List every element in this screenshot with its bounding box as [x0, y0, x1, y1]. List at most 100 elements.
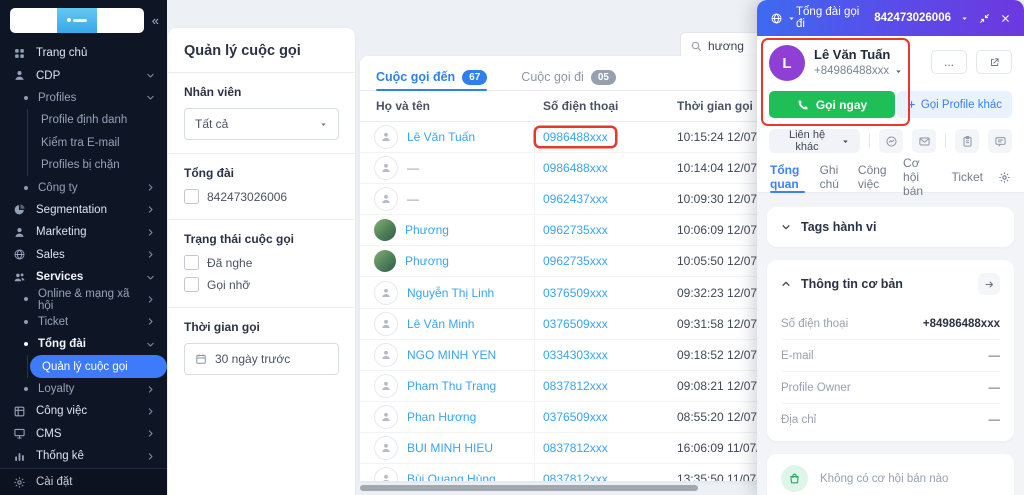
phone-link[interactable]: 0986488xxx [536, 128, 615, 146]
contact-name-link[interactable]: Phan Hương [407, 410, 476, 424]
sidebar-item-label: Cài đặt [36, 476, 72, 488]
sidebar-item-thong-ke[interactable]: Thống kê [0, 445, 167, 467]
profile-tab-tong-quan[interactable]: Tổng quan [770, 162, 805, 192]
tab-cuoc-goi-di[interactable]: Cuộc gọi đi 05 [521, 56, 616, 90]
sidebar-item-profile-dinh-danh[interactable]: Profile định danh [27, 109, 167, 131]
call-time-input[interactable]: 30 ngày trước [184, 343, 339, 375]
employee-select[interactable]: Tất cả [184, 108, 339, 140]
phone-link[interactable]: 0962437xxx [543, 192, 608, 206]
sidebar-item-cong-viec[interactable]: Công việc [0, 400, 167, 422]
contact-name-link[interactable]: Pham Thu Trang [407, 379, 496, 393]
chevron-down-icon [146, 273, 155, 282]
status-checkbox-row[interactable]: Gọi nhỡ [184, 277, 339, 292]
gear-icon [13, 476, 26, 489]
call-other-profile-button[interactable]: Gọi Profile khác [897, 91, 1012, 118]
dialer-title[interactable]: Tổng đài gọi đi 842473026006 [796, 6, 969, 30]
checkbox[interactable] [184, 277, 199, 292]
other-contact-button[interactable]: Liên hệ khác [769, 129, 860, 153]
sidebar-item-sales[interactable]: Sales [0, 244, 167, 266]
avatar-placeholder-icon [374, 312, 398, 336]
filter-time-section: Thời gian gọi 30 ngày trước [168, 308, 355, 388]
sidebar-item-cms[interactable]: CMS [0, 423, 167, 445]
sidebar-item-online-mang-xa-hoi[interactable]: Online & mạng xã hội [0, 288, 167, 310]
contact-name-link[interactable]: Nguyễn Thị Linh [407, 286, 494, 300]
status-checkbox-row[interactable]: Đã nghe [184, 255, 339, 270]
photo-avatar [374, 219, 396, 241]
phone-link[interactable]: 0962735xxx [543, 254, 608, 268]
caret-down-icon [319, 120, 328, 129]
sidebar-item-cong-ty[interactable]: Công ty [0, 176, 167, 198]
chat-button[interactable] [988, 129, 1012, 153]
messenger-button[interactable] [879, 129, 903, 153]
profile-tab-ghi-chu[interactable]: Ghi chú [820, 162, 843, 192]
sidebar-item-loyalty[interactable]: Loyalty [0, 378, 167, 400]
close-icon[interactable] [1000, 13, 1011, 24]
contact-name-link[interactable]: Phương [405, 254, 449, 268]
avatar-placeholder-icon [374, 343, 398, 367]
chevron-right-icon [146, 295, 155, 304]
more-button[interactable]: ... [931, 50, 967, 74]
checkbox[interactable] [184, 189, 199, 204]
sidebar-item-ticket[interactable]: Ticket [0, 311, 167, 333]
phone-icon [797, 99, 809, 111]
contact-name-link[interactable]: — [407, 192, 419, 206]
sidebar-item-tong-dai[interactable]: Tổng đài [0, 333, 167, 355]
count-badge: 05 [591, 70, 616, 85]
phone-link[interactable]: 0837812xxx [543, 472, 608, 481]
profile-tab-ticket[interactable]: Ticket [951, 162, 983, 192]
minimize-icon[interactable] [979, 13, 990, 24]
hotline-checkbox-row[interactable]: 842473026006 [184, 189, 339, 204]
open-profile-icon[interactable] [976, 50, 1012, 74]
sidebar-item-segmentation[interactable]: Segmentation [0, 199, 167, 221]
phone-link[interactable]: 0376509xxx [543, 286, 608, 300]
tab-cuoc-goi-den[interactable]: Cuộc gọi đến 67 [376, 56, 487, 90]
contact-name-link[interactable]: BUI MINH HIEU [407, 441, 493, 455]
search-icon [690, 40, 702, 52]
phone-link[interactable]: 0962735xxx [543, 223, 608, 237]
phone-link[interactable]: 0837812xxx [543, 441, 608, 455]
clipboard-icon [961, 135, 974, 148]
profile-tab-cong-viec[interactable]: Công việc [858, 162, 888, 192]
phone-link[interactable]: 0986488xxx [543, 161, 608, 175]
sidebar-item-cdp[interactable]: CDP [0, 64, 167, 86]
contact-name-link[interactable]: NGO MINH YEN [407, 348, 496, 362]
sidebar-item-kiem-tra-email[interactable]: Kiểm tra E-mail [27, 132, 167, 154]
contact-name-link[interactable]: — [407, 161, 419, 175]
checkbox[interactable] [184, 255, 199, 270]
phone-link[interactable]: 0837812xxx [543, 379, 608, 393]
profile-tab-co-hoi-ban[interactable]: Cơ hội bán [903, 162, 936, 192]
column-header-phone: Số điện thoại [535, 99, 665, 113]
sidebar-item-profiles[interactable]: Profiles [0, 87, 167, 109]
horizontal-scrollbar[interactable] [360, 485, 698, 491]
contact-name-link[interactable]: Phương [405, 223, 449, 237]
tab-settings-gear-icon[interactable] [998, 171, 1011, 184]
phone-link[interactable]: 0376509xxx [543, 410, 608, 424]
sidebar-item-trang-chu[interactable]: Trang chủ [0, 42, 167, 64]
sidebar-item-marketing[interactable]: Marketing [0, 221, 167, 243]
contact-name-link[interactable]: Lê Văn Tuấn [407, 130, 475, 144]
phone-link[interactable]: 0334303xxx [543, 348, 608, 362]
contact-name-link[interactable]: Lê Văn Minh [407, 317, 474, 331]
phone-link[interactable]: 0376509xxx [543, 317, 608, 331]
filter-card: Quản lý cuộc gọi Nhân viên Tất cả Tổng đ… [168, 28, 355, 495]
basic-info-card: Thông tin cơ bản Số điện thoại +84986488… [767, 260, 1014, 441]
tags-section-header[interactable]: Tags hành vi [767, 207, 1014, 247]
clipboard-button[interactable] [955, 129, 979, 153]
avatar-placeholder-icon [374, 405, 398, 429]
avatar-placeholder-icon [374, 374, 398, 398]
dialer-header: Tổng đài gọi đi 842473026006 [757, 0, 1024, 36]
sidebar-item-cai-dat[interactable]: Cài đặt [0, 468, 167, 495]
sidebar-item-profiles-bi-chan[interactable]: Profiles bị chặn [27, 154, 167, 176]
mail-button[interactable] [912, 129, 936, 153]
sidebar-collapse-icon[interactable]: « [152, 13, 159, 28]
basic-info-header[interactable]: Thông tin cơ bản [767, 260, 1014, 308]
arrow-right-icon[interactable] [978, 273, 1000, 295]
avatar-placeholder-icon [374, 436, 398, 460]
contact-phone-dropdown[interactable]: +84986488xxx [814, 65, 903, 77]
sidebar-item-quan-ly-cuoc-goi[interactable]: Quản lý cuộc gọi [27, 355, 167, 377]
sidebar-item-services[interactable]: Services [0, 266, 167, 288]
contact-name-link[interactable]: Bùi Quang Hùng [407, 472, 496, 481]
call-now-button[interactable]: Gọi ngay [769, 91, 895, 118]
divider [869, 134, 870, 148]
globe-icon[interactable] [770, 12, 783, 25]
